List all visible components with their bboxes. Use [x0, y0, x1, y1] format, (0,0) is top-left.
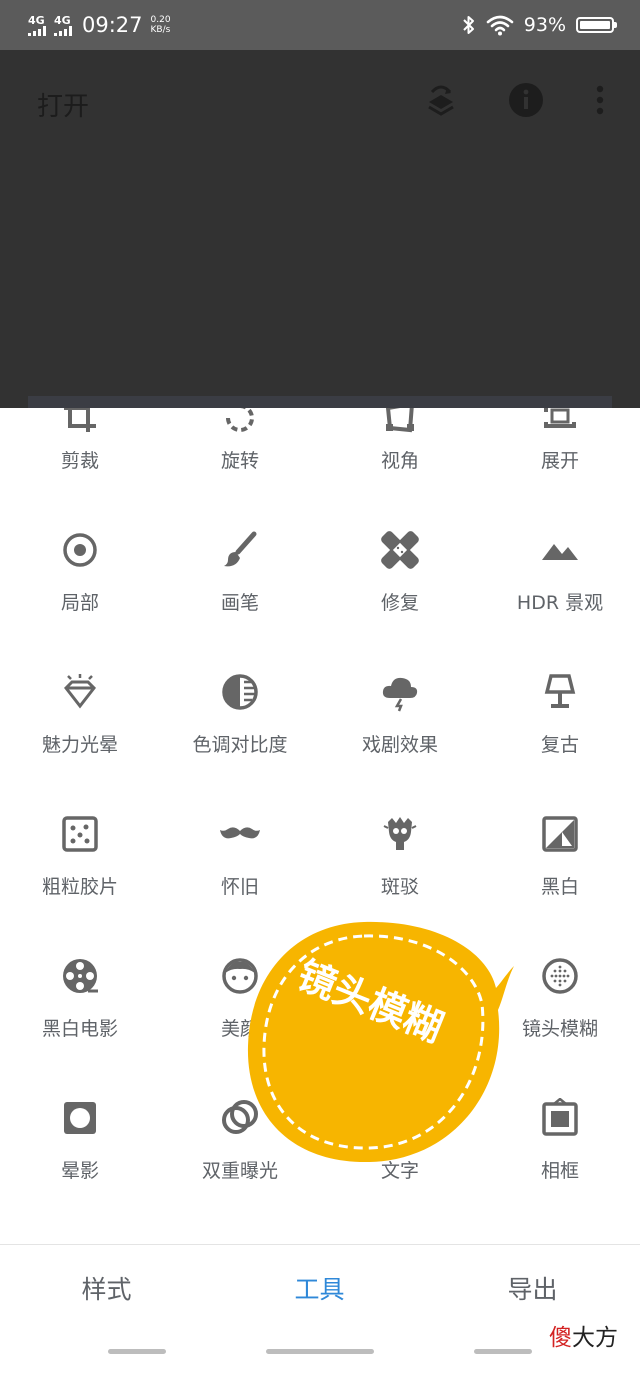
tool-noir[interactable]: 黑白电影	[0, 908, 160, 1050]
watermark-text: 傻	[549, 1325, 572, 1351]
tool-grunge[interactable]: 斑驳	[320, 766, 480, 908]
mustache-icon	[220, 827, 260, 839]
tool-rotate[interactable]: 旋转	[160, 408, 320, 482]
speed-unit: KB/s	[150, 25, 171, 35]
nav-gesture-bar	[266, 1349, 374, 1354]
tab-styles[interactable]: 样式	[0, 1245, 213, 1331]
open-button[interactable]: 打开	[37, 86, 89, 123]
sticker-callout: 镜头模糊	[238, 918, 514, 1168]
tool-label: 展开	[540, 450, 579, 472]
photo-preview	[28, 396, 612, 408]
speed-value: 0.20	[150, 15, 171, 25]
tool-selective[interactable]: 局部	[0, 482, 160, 624]
black-white-icon	[542, 816, 578, 852]
tool-label: 画笔	[220, 592, 259, 614]
tool-label: 剪裁	[60, 450, 99, 472]
tool-label: 晕影	[60, 1160, 99, 1182]
signal-icon: 4G	[28, 15, 46, 36]
tool-crop[interactable]: 剪裁	[0, 408, 160, 482]
nav-gesture-bar	[474, 1349, 532, 1354]
more-vert-icon[interactable]	[580, 80, 620, 120]
network-type: 4G	[28, 13, 45, 27]
tool-label: 斑驳	[380, 876, 419, 898]
tool-label: 修复	[380, 592, 419, 614]
battery-icon	[576, 17, 617, 33]
tool-label: 粗粒胶片	[41, 876, 118, 898]
rotate-icon	[226, 408, 254, 432]
expand-icon	[544, 408, 576, 428]
tool-label: 色调对比度	[192, 734, 288, 756]
battery-percent: 93%	[523, 14, 566, 36]
watermark-text: 大方	[572, 1325, 618, 1351]
tool-label: 视角	[380, 450, 419, 472]
brush-icon	[224, 531, 257, 567]
nav-gesture-bar	[108, 1349, 166, 1354]
lens-blur-icon	[542, 958, 578, 994]
bottom-nav: 样式 工具 导出	[0, 1244, 640, 1373]
perspective-icon	[385, 408, 414, 433]
tonal-contrast-icon	[222, 674, 258, 710]
clock: 09:27	[82, 13, 143, 37]
tool-healing[interactable]: 修复	[320, 482, 480, 624]
drama-icon	[382, 677, 418, 712]
tool-tonal-contrast[interactable]: 色调对比度	[160, 624, 320, 766]
network-type: 4G	[54, 13, 71, 27]
tool-label: 黑白电影	[41, 1018, 118, 1040]
tab-tools[interactable]: 工具	[213, 1245, 426, 1331]
network-speed: 0.20 KB/s	[151, 15, 171, 35]
healing-icon	[381, 531, 419, 569]
signal-icon: 4G	[54, 15, 72, 36]
tool-grainy-film[interactable]: 粗粒胶片	[0, 766, 160, 908]
wifi-icon	[486, 15, 514, 36]
tool-expand[interactable]: 展开	[480, 408, 640, 482]
tool-label: 黑白	[540, 876, 579, 898]
crop-icon	[64, 408, 96, 432]
grainy-film-icon	[62, 816, 98, 852]
tool-vintage[interactable]: 复古	[480, 624, 640, 766]
tool-hdr-landscape[interactable]: HDR 景观	[480, 482, 640, 624]
tool-label: 复古	[540, 734, 579, 756]
tool-label: 局部	[60, 592, 99, 614]
info-icon[interactable]	[506, 80, 546, 120]
dimmed-header-area: 打开	[0, 50, 640, 408]
selective-icon	[63, 533, 97, 567]
tool-label: HDR 景观	[516, 592, 604, 614]
tool-vignette[interactable]: 晕影	[0, 1050, 160, 1192]
watermark: 傻大方	[549, 1318, 618, 1352]
tool-glamour-glow[interactable]: 魅力光晕	[0, 624, 160, 766]
tool-drama[interactable]: 戏剧效果	[320, 624, 480, 766]
hdr-landscape-icon	[542, 544, 578, 560]
film-reel-icon	[63, 959, 98, 993]
tool-label: 怀旧	[220, 876, 259, 898]
grunge-icon	[383, 817, 417, 850]
vignette-icon	[64, 1102, 96, 1134]
tool-brush[interactable]: 画笔	[160, 482, 320, 624]
bluetooth-icon	[463, 16, 474, 34]
frame-icon	[542, 1098, 578, 1136]
tool-label: 旋转	[220, 450, 259, 472]
status-bar: 4G 4G 09:27 0.20 KB/s 93%	[0, 0, 640, 50]
layers-undo-icon[interactable]	[421, 80, 461, 120]
sticker-badge: 镜头模糊	[247, 921, 514, 1163]
tool-black-white[interactable]: 黑白	[480, 766, 640, 908]
tool-retrolux[interactable]: 怀旧	[160, 766, 320, 908]
glamour-glow-icon	[64, 674, 96, 709]
vintage-lamp-icon	[544, 674, 576, 708]
tool-label: 戏剧效果	[361, 734, 438, 756]
tool-label: 魅力光晕	[41, 734, 118, 756]
tool-perspective[interactable]: 视角	[320, 408, 480, 482]
